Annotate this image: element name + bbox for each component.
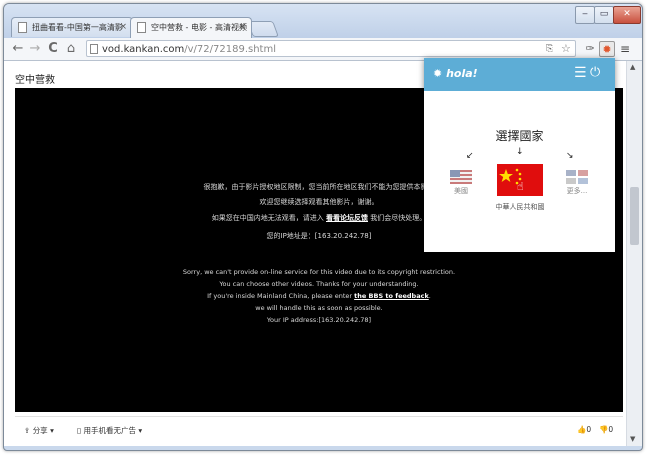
arrow-down-left-icon: ↙ xyxy=(466,151,474,161)
notice-en-ip: Your IP address:[163.20.242.78] xyxy=(266,316,372,324)
vertical-scrollbar[interactable]: ▲ ▼ xyxy=(626,61,642,446)
address-bar[interactable]: vod.kankan.com/v/72/72189.shtml ⎘ ☆ xyxy=(86,40,576,57)
page-title: 空中营救 xyxy=(15,75,55,86)
bookmark-star-icon[interactable]: ☆ xyxy=(561,40,571,57)
dislike-button[interactable]: 👎0 xyxy=(599,425,613,434)
hola-menu-icon[interactable]: ☰ xyxy=(574,65,587,81)
scrollbar-thumb[interactable] xyxy=(630,187,639,245)
translate-icon[interactable]: ⎘ xyxy=(546,41,553,58)
country-more[interactable]: 更多... xyxy=(566,169,588,195)
scroll-down-icon[interactable]: ▼ xyxy=(630,435,635,443)
maximize-button[interactable]: ▭ xyxy=(594,6,614,24)
hola-select-country-title: 選擇國家 xyxy=(495,129,544,143)
title-bar: 扭曲看看-中国第一高清影 × 空中营救 - 电影 - 高清视频 × ‒ ▭ ✕ xyxy=(4,4,642,38)
page-icon xyxy=(18,22,27,33)
bbs-feedback-link[interactable]: the BBS to feedback xyxy=(354,292,429,300)
close-icon[interactable]: × xyxy=(119,18,127,37)
arrow-down-icon: ↓ xyxy=(516,147,524,157)
more-flags-icon xyxy=(566,170,588,184)
hola-flame-icon[interactable]: ✹ xyxy=(599,41,615,57)
close-icon[interactable]: × xyxy=(238,18,246,37)
forward-arrow-icon[interactable]: → xyxy=(27,41,43,57)
notice-en-line: If you're inside Mainland China, please … xyxy=(207,292,431,300)
us-flag-icon xyxy=(450,170,472,184)
url-path: /v/72/72189.shtml xyxy=(184,44,276,55)
phone-icon: ▯ xyxy=(77,426,82,435)
share-icon: ⇪ xyxy=(24,426,31,435)
back-arrow-icon[interactable]: ← xyxy=(10,41,26,57)
mobile-watch-button[interactable]: ▯ 用手机看无广告 ▾ xyxy=(77,425,142,436)
reload-icon[interactable]: C xyxy=(45,41,61,57)
notice-en-line: Sorry, we can't provide on-line service … xyxy=(182,268,456,276)
page-icon xyxy=(137,22,146,33)
like-button[interactable]: 👍0 xyxy=(577,425,591,434)
notice-en-line: You can choose other videos. Thanks for … xyxy=(219,280,419,288)
player-bottom-bar: ⇪ 分享 ▾ ▯ 用手机看无广告 ▾ 👍0 👎0 xyxy=(15,416,623,443)
tab-movie-page[interactable]: 空中营救 - 电影 - 高清视频 × xyxy=(130,17,252,38)
tab-label: 扭曲看看-中国第一高清影 xyxy=(32,23,123,32)
share-button[interactable]: ⇪ 分享 ▾ xyxy=(24,425,54,436)
tab-label: 空中营救 - 电影 - 高清视频 xyxy=(151,23,247,32)
home-icon[interactable]: ⌂ xyxy=(63,41,79,57)
country-label: 更多... xyxy=(566,187,588,195)
thumbs-down-icon: 👎 xyxy=(599,425,609,434)
minimize-button[interactable]: ‒ xyxy=(575,6,595,24)
hand-cursor-icon: ☝ xyxy=(517,180,524,193)
page-icon xyxy=(90,44,98,54)
thumbs-up-icon: 👍 xyxy=(577,425,587,434)
scroll-up-icon[interactable]: ▲ xyxy=(630,63,635,71)
power-icon[interactable]: ⏻ xyxy=(590,65,600,80)
tab-kankan-home[interactable]: 扭曲看看-中国第一高清影 × xyxy=(11,17,133,37)
country-us[interactable]: 美國 xyxy=(450,169,472,195)
hola-header: ✹ hola! ☰ ⏻ xyxy=(424,58,615,91)
hola-popup: ✹ hola! ☰ ⏻ 選擇國家 ↙ ↓ ↘ 美國 ☝ 中華人民共和國 更多..… xyxy=(424,58,615,252)
country-label: 中華人民共和國 xyxy=(495,203,545,211)
feedback-link[interactable]: 看看论坛反馈 xyxy=(326,214,368,222)
menu-icon[interactable]: ≡ xyxy=(617,41,633,57)
country-label: 美國 xyxy=(454,187,468,195)
hola-logo: ✹ hola! xyxy=(433,67,478,80)
extension-icon[interactable]: ✑ xyxy=(582,41,598,57)
close-window-button[interactable]: ✕ xyxy=(613,6,641,24)
url-host: vod.kankan.com xyxy=(102,44,185,55)
arrow-down-right-icon: ↘ xyxy=(566,151,574,161)
flame-icon: ✹ xyxy=(433,67,443,80)
notice-en-line: we will handle this as soon as possible. xyxy=(255,304,383,312)
country-china[interactable]: ☝ 中華人民共和國 xyxy=(496,164,545,211)
